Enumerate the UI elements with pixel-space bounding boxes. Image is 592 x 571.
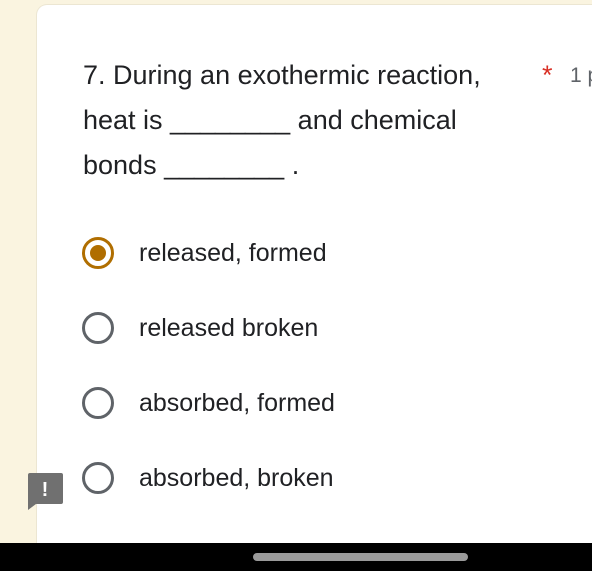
radio-button-selected[interactable] (82, 237, 114, 269)
radio-button[interactable] (82, 387, 114, 419)
radio-button[interactable] (82, 462, 114, 494)
option-label: absorbed, broken (139, 463, 334, 492)
alert-symbol: ! (42, 479, 49, 501)
question-line-2: heat is ________ and chemical (83, 105, 457, 135)
option-released-formed[interactable]: released, formed (82, 233, 327, 273)
radio-dot (90, 245, 106, 261)
question-text: 7. During an exothermic reaction, heat i… (83, 53, 543, 188)
question-line-1: 7. During an exothermic reaction, (83, 60, 481, 90)
radio-button[interactable] (82, 312, 114, 344)
option-absorbed-broken[interactable]: absorbed, broken (82, 458, 334, 498)
question-line-3: bonds ________ . (83, 150, 300, 180)
exclamation-alert-icon[interactable]: ! (27, 472, 63, 510)
home-indicator[interactable] (253, 553, 468, 561)
option-released-broken[interactable]: released broken (82, 308, 318, 348)
option-absorbed-formed[interactable]: absorbed, formed (82, 383, 335, 423)
points-label: 1 p (570, 64, 592, 87)
option-label: absorbed, formed (139, 388, 335, 417)
option-label: released, formed (139, 238, 327, 267)
option-label: released broken (139, 313, 319, 342)
required-asterisk: * (542, 60, 553, 90)
alert-bubble-shape: ! (28, 473, 63, 510)
